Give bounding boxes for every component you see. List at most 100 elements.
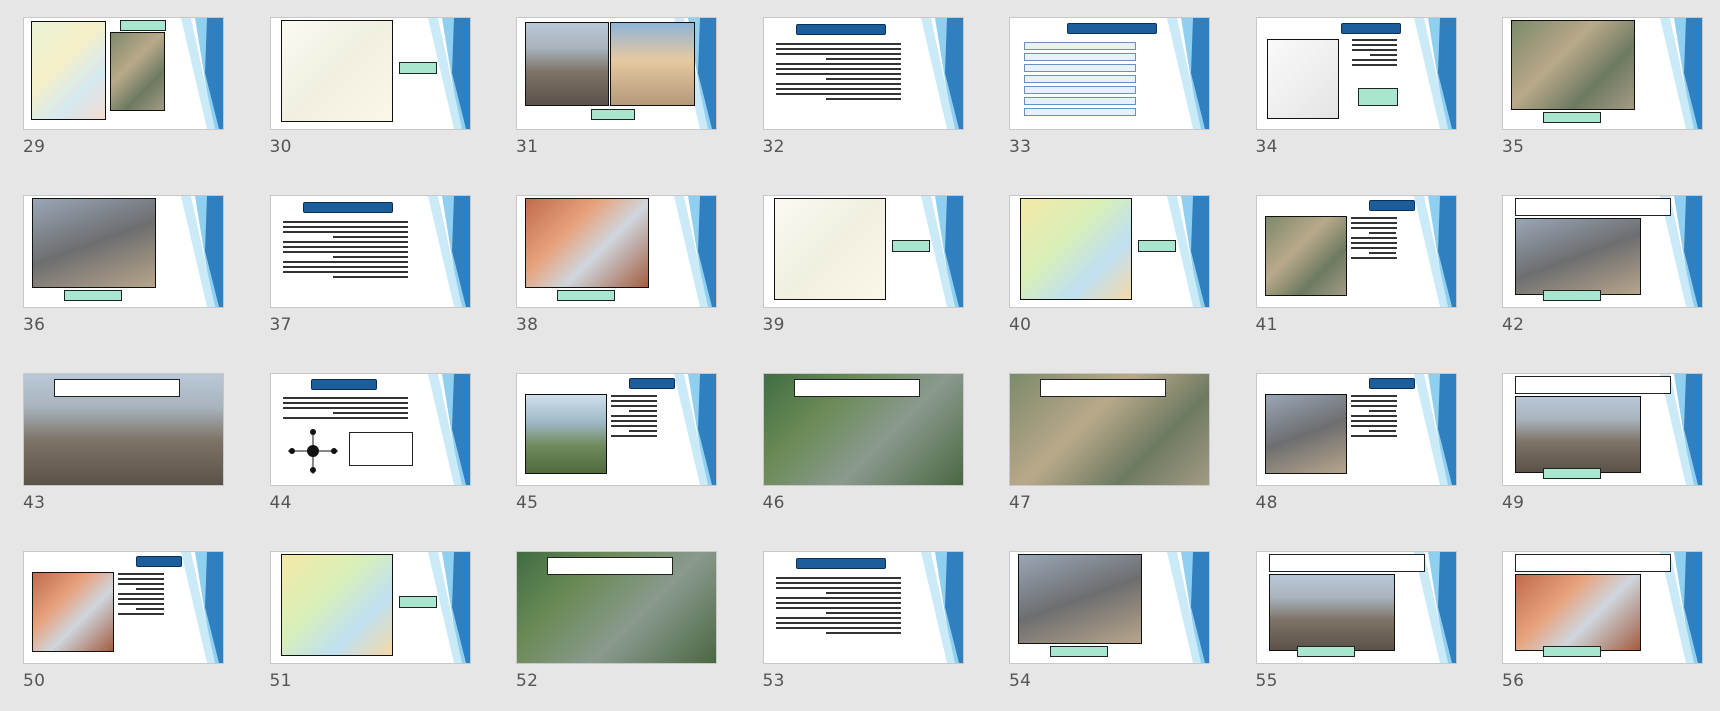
slide-photo: [110, 32, 165, 111]
slide-thumbnail[interactable]: 31: [516, 17, 717, 177]
slide-decoration-chevron: [674, 196, 716, 307]
slide-caption-label: [1050, 646, 1108, 657]
slide-preview: [269, 195, 471, 308]
slide-number: 44: [269, 493, 292, 513]
slide-thumbnail[interactable]: 56: [1502, 551, 1703, 711]
slide-photo: [525, 22, 609, 106]
slide-preview: [516, 373, 717, 486]
slide-thumbnail[interactable]: 41: [1255, 195, 1457, 355]
slide-thumbnail[interactable]: 36: [23, 195, 224, 355]
slide-thumbnail[interactable]: 46: [762, 373, 964, 533]
slide-thumbnail[interactable]: 51: [269, 551, 471, 711]
slide-map-image: [31, 21, 106, 120]
slide-preview: [1502, 373, 1703, 486]
slide-decoration-chevron: [427, 374, 470, 485]
slide-decoration-chevron: [427, 196, 470, 307]
slide-caption-label: [1515, 198, 1671, 216]
slide-photo: [525, 394, 607, 474]
slide-thumbnail[interactable]: 33: [1009, 17, 1210, 177]
slide-title-bar: [1368, 378, 1415, 389]
slide-caption-label: [1515, 376, 1671, 394]
slide-photo: [610, 22, 695, 106]
slide-text-block: [118, 570, 164, 618]
slide-thumbnail[interactable]: 30: [269, 17, 471, 177]
slide-number: 50: [23, 671, 46, 691]
slide-number: 33: [1009, 137, 1032, 157]
slide-caption-label: [1268, 554, 1425, 572]
slide-caption-label: [1138, 240, 1176, 252]
slide-caption-label: [591, 109, 635, 120]
slide-thumbnail[interactable]: 29: [23, 17, 224, 177]
slide-caption-label: [793, 379, 920, 397]
slide-number: 35: [1502, 137, 1525, 157]
slide-title-bar: [1340, 23, 1401, 34]
slide-caption-label: [1543, 646, 1601, 657]
slide-thumbnail[interactable]: 44: [269, 373, 471, 533]
slide-preview: [1255, 195, 1457, 308]
slide-thumbnail[interactable]: 37: [269, 195, 471, 355]
slide-thumbnail[interactable]: 50: [23, 551, 224, 711]
slide-thumbnail[interactable]: 48: [1255, 373, 1457, 533]
slide-thumbnail[interactable]: 43: [23, 373, 224, 533]
slide-photo: [1264, 216, 1347, 296]
slide-caption-label: [547, 557, 673, 575]
slide-preview: [269, 373, 471, 486]
slide-number: 51: [269, 671, 292, 691]
slide-map-image: [280, 554, 393, 656]
slide-number: 45: [516, 493, 539, 513]
slide-number: 55: [1255, 671, 1278, 691]
slide-number: 56: [1502, 671, 1525, 691]
slide-thumbnail[interactable]: 52: [516, 551, 717, 711]
slide-title-bar: [629, 378, 675, 389]
slide-thumbnail[interactable]: 42: [1502, 195, 1703, 355]
slide-thumbnail[interactable]: 32: [762, 17, 964, 177]
slide-thumbnail[interactable]: 34: [1255, 17, 1457, 177]
slide-caption-label: [1543, 468, 1601, 479]
slide-decoration-chevron: [920, 18, 963, 129]
slide-number: 31: [516, 137, 539, 157]
slide-text-block: [282, 218, 408, 281]
slide-number: 37: [269, 315, 292, 335]
slide-thumbnail[interactable]: 53: [762, 551, 964, 711]
slide-thumbnail[interactable]: 35: [1502, 17, 1703, 177]
slide-photo: [1268, 574, 1395, 651]
slide-thumbnail[interactable]: 47: [1009, 373, 1210, 533]
slide-caption-label: [54, 379, 180, 397]
slide-title-bar: [302, 202, 393, 213]
slide-caption-label: [348, 432, 413, 466]
slide-number: 47: [1009, 493, 1032, 513]
slide-map-image: [773, 198, 886, 300]
slide-diagram-row: [1024, 53, 1136, 61]
slide-photo: [1515, 218, 1641, 295]
slide-thumbnail[interactable]: 38: [516, 195, 717, 355]
slide-title-bar: [795, 558, 886, 569]
slide-preview: [516, 17, 717, 130]
slide-preview: [1255, 373, 1457, 486]
slide-caption-label: [398, 596, 437, 608]
slide-thumbnail[interactable]: 40: [1009, 195, 1210, 355]
slide-thumbnail[interactable]: 55: [1255, 551, 1457, 711]
slide-thumbnail[interactable]: 45: [516, 373, 717, 533]
slide-text-block: [1350, 214, 1397, 262]
slide-thumbnail[interactable]: 39: [762, 195, 964, 355]
slide-diagram-row: [1024, 108, 1136, 116]
slide-number: 41: [1255, 315, 1278, 335]
slide-caption-label: [1543, 290, 1601, 301]
slide-map-image: [1266, 39, 1339, 119]
slide-number: 32: [762, 137, 785, 157]
slide-photo: [1264, 394, 1347, 474]
slide-map-image: [1020, 198, 1132, 300]
slide-thumbnail[interactable]: 54: [1009, 551, 1210, 711]
slide-decoration-chevron: [181, 196, 223, 307]
slide-diagram-row: [1024, 42, 1136, 50]
slide-decoration-chevron: [181, 552, 223, 663]
slide-title-bar: [1067, 23, 1157, 34]
slide-diagram-row: [1024, 97, 1136, 105]
slide-number: 52: [516, 671, 539, 691]
slide-caption-label: [1515, 554, 1671, 572]
slide-preview: [23, 195, 224, 308]
slide-preview: [1009, 17, 1210, 130]
slide-preview: [1502, 17, 1703, 130]
slide-caption-label: [1296, 646, 1355, 657]
slide-thumbnail[interactable]: 49: [1502, 373, 1703, 533]
